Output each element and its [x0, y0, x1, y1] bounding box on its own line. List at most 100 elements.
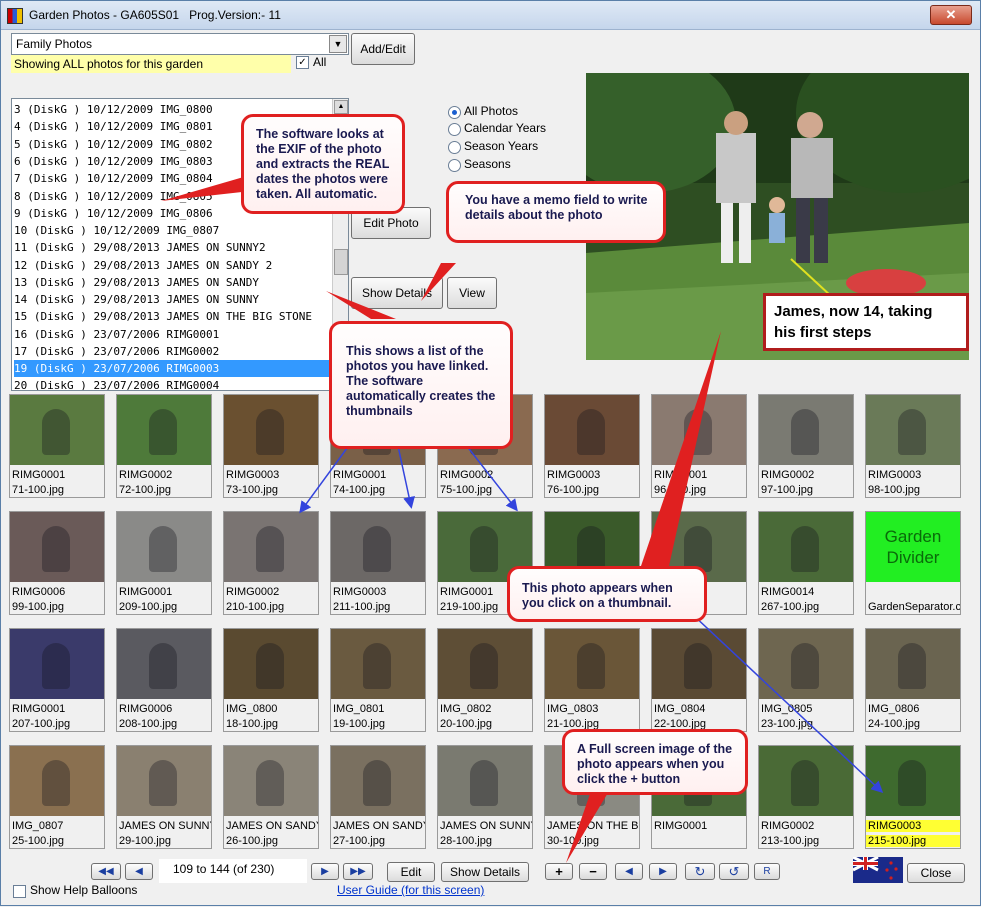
garden-select[interactable]: Family Photos ▼ — [11, 33, 349, 55]
thumbnail-image — [652, 395, 746, 465]
next-page-button[interactable]: ▶ — [311, 863, 339, 880]
thumbnail-image — [10, 746, 104, 816]
next-photo-button[interactable]: ▶ — [649, 863, 677, 880]
previous-photo-button[interactable]: ◀ — [615, 863, 643, 880]
thumbnail-image — [331, 512, 425, 582]
help-balloons-checkbox[interactable] — [13, 885, 26, 898]
thumbnail[interactable]: RIMG0002 213-100.jpg — [758, 745, 854, 849]
view-button[interactable]: View — [447, 277, 497, 309]
add-edit-button[interactable]: Add/Edit — [351, 33, 415, 65]
thumbnail-image — [866, 395, 960, 465]
thumbnail[interactable]: JAMES ON SANDY 27-100.jpg — [330, 745, 426, 849]
thumbnail[interactable]: RIMG0014 267-100.jpg — [758, 511, 854, 615]
first-page-button[interactable]: ◀◀ — [91, 863, 121, 880]
help-balloons-label: Show Help Balloons — [30, 883, 138, 897]
thumbnail[interactable]: IMG_0803 21-100.jpg — [544, 628, 640, 732]
thumbnail-file: 76-100.jpg — [547, 484, 599, 496]
prev-page-button[interactable]: ◀ — [125, 863, 153, 880]
zoom-plus-button[interactable]: + — [545, 863, 573, 880]
thumbnail[interactable]: RIMG0003 98-100.jpg — [865, 394, 961, 498]
thumbnail-file: 215-100.jpg — [866, 835, 960, 847]
radio-all-photos[interactable] — [448, 106, 461, 119]
thumbnail[interactable]: IMG_0801 19-100.jpg — [330, 628, 426, 732]
thumbnail-file: 75-100.jpg — [440, 484, 492, 496]
thumbnail-name: RIMG0001 — [119, 586, 173, 598]
thumbnail-image — [438, 629, 532, 699]
thumbnail-image — [224, 512, 318, 582]
thumbnail[interactable]: RIMG0003 76-100.jpg — [544, 394, 640, 498]
window-close-button[interactable]: ✕ — [930, 5, 972, 25]
show-details-button[interactable]: Show Details — [351, 277, 443, 309]
radio-calendar-years[interactable] — [448, 123, 461, 136]
thumbnail-name: RIMG0003 — [226, 469, 280, 481]
thumbnail-file: 72-100.jpg — [119, 484, 171, 496]
thumbnail-file: 210-100.jpg — [226, 601, 285, 613]
thumbnail[interactable]: RIMG0001 209-100.jpg — [116, 511, 212, 615]
thumbnail[interactable]: RIMG0003 215-100.jpg — [865, 745, 961, 849]
list-item[interactable]: 19 (DiskG ) 23/07/2006 RIMG0003 — [14, 360, 332, 377]
thumbnail-image — [331, 629, 425, 699]
close-button[interactable]: Close — [907, 863, 965, 883]
thumbnail[interactable]: IMG_0806 24-100.jpg — [865, 628, 961, 732]
thumbnail[interactable]: RIMG0006 99-100.jpg — [9, 511, 105, 615]
thumbnail[interactable]: RIMG0001 96-100.jpg — [651, 394, 747, 498]
thumbnail-image — [331, 746, 425, 816]
list-item[interactable]: 14 (DiskG ) 29/08/2013 JAMES ON SUNNY — [14, 291, 332, 308]
thumbnail-name: IMG_0804 — [654, 703, 706, 715]
thumbnail[interactable]: IMG_0805 23-100.jpg — [758, 628, 854, 732]
user-guide-link[interactable]: User Guide (for this screen) — [337, 883, 484, 897]
list-item[interactable]: 15 (DiskG ) 29/08/2013 JAMES ON THE BIG … — [14, 308, 332, 325]
thumbnail-file: GardenSeparator.c — [868, 601, 961, 613]
last-page-button[interactable]: ▶▶ — [343, 863, 373, 880]
list-item[interactable]: 17 (DiskG ) 23/07/2006 RIMG0002 — [14, 343, 332, 360]
list-item[interactable]: 10 (DiskG ) 10/12/2009 IMG_0807 — [14, 222, 332, 239]
thumbnail-name: RIMG0014 — [761, 586, 815, 598]
thumbnail[interactable]: RIMG0002 72-100.jpg — [116, 394, 212, 498]
thumbnail-file: 18-100.jpg — [226, 718, 278, 730]
thumbnail-subject — [42, 643, 70, 689]
thumbnail-subject — [898, 643, 926, 689]
thumbnail-name: RIMG0006 — [12, 586, 66, 598]
thumbnail-name: JAMES ON THE BIG — [547, 820, 640, 832]
thumbnail-name: IMG_0807 — [12, 820, 64, 832]
thumbnail[interactable]: JAMES ON SANDY 26-100.jpg — [223, 745, 319, 849]
scroll-thumb[interactable] — [334, 249, 348, 275]
thumbnail-name: JAMES ON SUNNY — [119, 820, 212, 832]
thumbnail[interactable]: IMG_0802 20-100.jpg — [437, 628, 533, 732]
thumbnail-image — [117, 512, 211, 582]
thumbnail-file: 24-100.jpg — [868, 718, 920, 730]
scroll-up-icon[interactable]: ▲ — [334, 100, 348, 114]
show-details-bottom-button[interactable]: Show Details — [441, 862, 529, 882]
thumbnail[interactable]: RIMG0006 208-100.jpg — [116, 628, 212, 732]
radio-seasons[interactable] — [448, 159, 461, 172]
showing-status: Showing ALL photos for this garden — [11, 55, 291, 73]
rotate-ccw-button[interactable]: ↺ — [719, 863, 749, 880]
rotate-cw-button[interactable]: ↻ — [685, 863, 715, 880]
reset-button[interactable]: R — [754, 863, 780, 880]
thumbnail[interactable]: JAMES ON SUNNY 28-100.jpg — [437, 745, 533, 849]
zoom-minus-button[interactable]: − — [579, 863, 607, 880]
radio-season-years[interactable] — [448, 141, 461, 154]
thumbnail[interactable]: RIMG0001 207-100.jpg — [9, 628, 105, 732]
thumbnail[interactable]: Garden Divider GardenSeparator.c — [865, 511, 961, 615]
window-title: Garden Photos - GA605S01 Prog.Version:- … — [29, 8, 281, 22]
list-item[interactable]: 13 (DiskG ) 29/08/2013 JAMES ON SANDY — [14, 274, 332, 291]
chevron-down-icon[interactable]: ▼ — [329, 35, 347, 53]
list-item[interactable]: 16 (DiskG ) 23/07/2006 RIMG0001 — [14, 326, 332, 343]
thumbnail[interactable]: IMG_0807 25-100.jpg — [9, 745, 105, 849]
thumbnail[interactable]: RIMG0001 71-100.jpg — [9, 394, 105, 498]
all-checkbox[interactable]: ✓ — [296, 56, 309, 69]
list-item[interactable]: 20 (DiskG ) 23/07/2006 RIMG0004 — [14, 377, 332, 390]
thumbnail[interactable]: IMG_0800 18-100.jpg — [223, 628, 319, 732]
thumbnail-image — [652, 629, 746, 699]
thumbnail[interactable]: RIMG0002 210-100.jpg — [223, 511, 319, 615]
thumbnail[interactable]: JAMES ON SUNNY 29-100.jpg — [116, 745, 212, 849]
thumbnail-file: 209-100.jpg — [119, 601, 178, 613]
thumbnail[interactable]: RIMG0003 73-100.jpg — [223, 394, 319, 498]
thumbnail[interactable]: RIMG0003 211-100.jpg — [330, 511, 426, 615]
edit-button[interactable]: Edit — [387, 862, 435, 882]
list-item[interactable]: 12 (DiskG ) 29/08/2013 JAMES ON SANDY 2 — [14, 257, 332, 274]
thumbnail[interactable]: IMG_0804 22-100.jpg — [651, 628, 747, 732]
thumbnail[interactable]: RIMG0002 97-100.jpg — [758, 394, 854, 498]
list-item[interactable]: 11 (DiskG ) 29/08/2013 JAMES ON SUNNY2 — [14, 239, 332, 256]
